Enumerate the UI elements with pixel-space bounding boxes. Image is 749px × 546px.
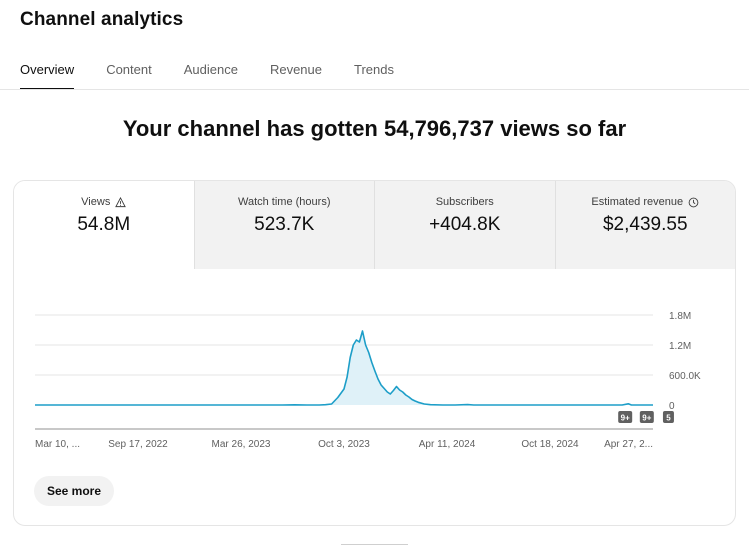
tab-trends[interactable]: Trends [354,62,394,90]
y-tick-label: 0 [669,401,675,412]
clock-icon[interactable] [688,197,699,208]
bottom-divider [341,544,408,545]
metric-revenue-label: Estimated revenue [591,196,684,208]
metric-label-row: Subscribers [375,195,555,209]
tab-bar: Overview Content Audience Revenue Trends [20,62,426,90]
metric-tabs: Views 54.8M Watch time (hours) 523.7K Su… [14,181,735,269]
metric-watch-time-value: 523.7K [254,214,315,235]
tab-divider [0,89,749,90]
tab-content[interactable]: Content [106,62,152,90]
y-tick-label: 600.0K [669,371,701,382]
x-tick-label: Sep 17, 2022 [108,439,168,450]
x-tick-label: Apr 27, 2... [604,439,653,450]
metric-revenue[interactable]: Estimated revenue $2,439.55 [554,181,736,269]
warning-icon[interactable] [115,196,127,208]
metric-watch-time-label: Watch time (hours) [237,196,331,208]
see-more-button[interactable]: See more [34,476,115,506]
y-tick-label: 1.2M [669,341,691,352]
series-area [35,331,653,405]
x-tick-label: Oct 3, 2023 [318,439,370,450]
x-tick-label: Mar 10, ... [35,439,80,450]
total-views-headline: Your channel has gotten 54,796,737 views… [122,116,627,141]
x-tick-label: Oct 18, 2024 [521,439,579,450]
metric-subscribers[interactable]: Subscribers +404.8K [374,181,555,269]
y-tick-label: 1.8M [669,311,691,322]
metric-views-value: 54.8M [77,214,131,235]
page-title: Channel analytics [20,9,184,30]
metric-label-row: Watch time (hours) [195,195,375,209]
metric-subscribers-label: Subscribers [435,196,494,208]
metric-views-label: Views [81,196,111,208]
event-marker-label: 5 [666,414,671,423]
tab-audience[interactable]: Audience [184,62,238,90]
metric-views[interactable]: Views 54.8M [14,181,194,269]
tab-overview[interactable]: Overview [20,62,75,90]
metric-label-row: Estimated revenue [556,195,736,209]
event-marker-label: 9+ [621,414,630,423]
metric-revenue-value: $2,439.55 [602,214,688,235]
event-marker-label: 9+ [642,414,651,423]
metric-label-row: Views [14,195,194,209]
metric-watch-time[interactable]: Watch time (hours) 523.7K [193,181,375,269]
metrics-card: Views 54.8M Watch time (hours) 523.7K Su… [13,180,736,526]
x-tick-label: Mar 26, 2023 [212,439,271,450]
x-tick-label: Apr 11, 2024 [419,439,476,450]
metric-subscribers-value: +404.8K [429,214,501,235]
tab-revenue[interactable]: Revenue [270,62,322,90]
views-chart[interactable]: 1.8M 1.2M 600.0K 0 Mar 10, ... Sep 17, 2022 Ma… [14,269,735,469]
